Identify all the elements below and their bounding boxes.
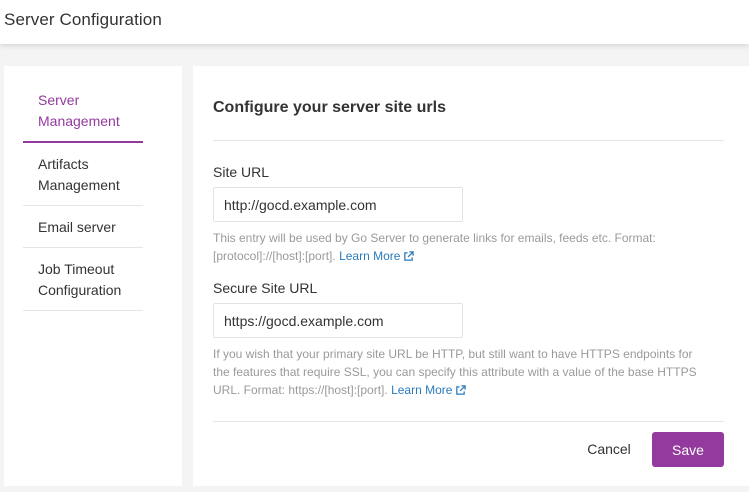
secure-site-url-label: Secure Site URL [213,280,318,296]
sidebar-nav: Server Management Artifacts Management E… [4,66,182,486]
save-button[interactable]: Save [652,432,724,467]
help-line: This entry will be used by Go Server to … [213,231,656,245]
help-line: URL. Format: https://[host]:[port]. [213,383,388,397]
divider [213,421,724,422]
help-line-wrap: [protocol]://[host]:[port]. Learn More [213,247,718,267]
divider [213,140,724,141]
site-url-label: Site URL [213,164,270,180]
sidebar-item-label: Email server [38,219,116,235]
sidebar-item-job-timeout-configuration[interactable]: Job Timeout Configuration [23,259,143,311]
cancel-button[interactable]: Cancel [578,439,640,459]
sidebar-item-label: Server [38,92,80,108]
main-panel: Configure your server site urls Site URL… [193,66,749,486]
sidebar-item-label: Management [38,113,120,129]
secure-site-url-help: If you wish that your primary site URL b… [213,345,718,401]
learn-more-label: Learn More [391,383,453,397]
external-link-icon [403,249,415,267]
help-line: the features that require SSL, you can s… [213,365,697,379]
help-line-wrap: URL. Format: https://[host]:[port]. Lear… [213,381,718,401]
sidebar-item-server-management[interactable]: Server Management [23,90,143,143]
sidebar-item-label: Management [38,177,120,193]
site-url-help: This entry will be used by Go Server to … [213,229,718,267]
help-line: If you wish that your primary site URL b… [213,347,693,361]
page-title: Server Configuration [4,10,162,29]
secure-site-url-input[interactable] [213,303,463,338]
sidebar-item-artifacts-management[interactable]: Artifacts Management [23,154,143,206]
learn-more-label: Learn More [339,249,401,263]
sidebar-item-label: Job Timeout [38,261,115,277]
sidebar-item-email-server[interactable]: Email server [23,217,143,248]
learn-more-link[interactable]: Learn More [391,383,467,397]
help-line: [protocol]://[host]:[port]. [213,249,336,263]
sidebar-item-label: Artifacts [38,156,89,172]
section-title: Configure your server site urls [213,99,446,116]
site-url-input[interactable] [213,187,463,222]
page-header: Server Configuration [0,0,749,44]
external-link-icon [455,383,467,401]
sidebar-item-label: Configuration [38,282,122,298]
learn-more-link[interactable]: Learn More [339,249,415,263]
